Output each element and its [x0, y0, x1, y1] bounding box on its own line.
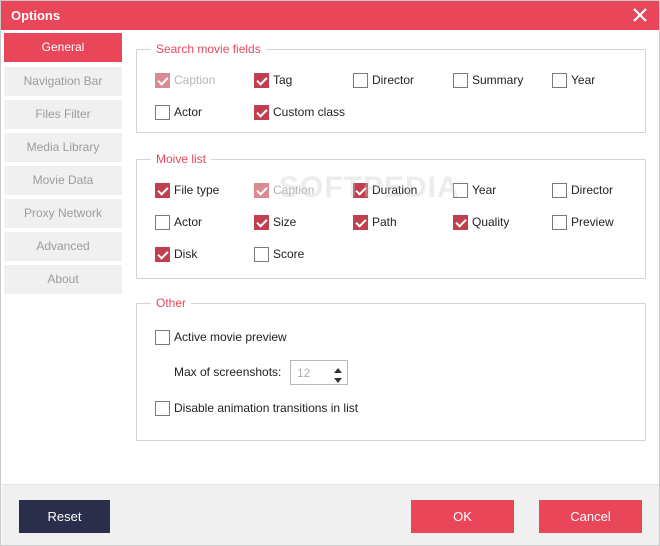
cancel-button[interactable]: Cancel — [539, 500, 642, 533]
checkbox-box — [353, 182, 368, 198]
sidebar-item-about[interactable]: About — [4, 265, 122, 294]
checkbox-label: Year — [571, 73, 596, 87]
search-fields-title: Search movie fields — [151, 42, 266, 56]
reset-button[interactable]: Reset — [19, 500, 110, 533]
list-duration-checkbox[interactable]: Duration — [353, 181, 417, 199]
checkbox-box — [155, 329, 170, 345]
sidebar-item-proxy-network[interactable]: Proxy Network — [4, 199, 122, 228]
checkbox-label: Preview — [571, 215, 614, 229]
checkbox-label: File type — [174, 183, 220, 197]
list-size-checkbox[interactable]: Size — [254, 213, 296, 231]
checkbox-box — [453, 214, 468, 230]
spin-down-icon[interactable] — [333, 374, 343, 383]
checkbox-box — [254, 214, 269, 230]
list-quality-checkbox[interactable]: Quality — [453, 213, 509, 231]
other-title: Other — [151, 296, 192, 310]
checkbox-box — [155, 214, 170, 230]
ok-button[interactable]: OK — [411, 500, 514, 533]
sidebar: General Navigation Bar Files Filter Medi… — [1, 30, 127, 484]
movie-list-title: Moive list — [151, 152, 212, 166]
spin-up-icon[interactable] — [333, 364, 343, 373]
checkbox-label: Year — [472, 183, 497, 197]
search-fields-group: Search movie fields — [136, 42, 646, 133]
list-score-checkbox[interactable]: Score — [254, 245, 304, 263]
list-file-type-checkbox[interactable]: File type — [155, 181, 219, 199]
checkbox-box — [453, 182, 468, 198]
checkbox-label: Custom class — [273, 105, 346, 119]
checkbox-box — [155, 72, 170, 88]
checkbox-label: Size — [273, 215, 297, 229]
list-caption-checkbox[interactable]: Caption — [254, 181, 314, 199]
checkbox-box — [155, 400, 170, 416]
checkbox-label: Quality — [472, 215, 510, 229]
window-title: Options — [11, 8, 61, 23]
checkbox-label: Disk — [174, 247, 198, 261]
list-path-checkbox[interactable]: Path — [353, 213, 397, 231]
options-window: Options General Navigation Bar Files Fil… — [0, 0, 660, 546]
title-bar: Options — [1, 1, 659, 30]
checkbox-box — [155, 246, 170, 262]
sidebar-item-navigation-bar[interactable]: Navigation Bar — [4, 67, 122, 96]
checkbox-label: Actor — [174, 215, 203, 229]
max-screenshots-label: Max of screenshots: — [174, 365, 282, 379]
search-summary-checkbox[interactable]: Summary — [453, 71, 523, 89]
checkbox-box — [353, 214, 368, 230]
sidebar-item-movie-data[interactable]: Movie Data — [4, 166, 122, 195]
checkbox-box — [254, 104, 269, 120]
checkbox-label: Duration — [372, 183, 418, 197]
active-movie-preview-checkbox[interactable]: Active movie preview — [155, 328, 287, 346]
disable-animation-checkbox[interactable]: Disable animation transitions in list — [155, 399, 358, 417]
max-screenshots-value: 12 — [297, 366, 311, 380]
list-actor-checkbox[interactable]: Actor — [155, 213, 202, 231]
checkbox-label: Caption — [273, 183, 315, 197]
checkbox-box — [552, 182, 567, 198]
checkbox-label: Tag — [273, 73, 293, 87]
checkbox-box — [453, 72, 468, 88]
list-preview-checkbox[interactable]: Preview — [552, 213, 614, 231]
search-actor-checkbox[interactable]: Actor — [155, 103, 202, 121]
checkbox-box — [254, 246, 269, 262]
checkbox-box — [254, 72, 269, 88]
search-director-checkbox[interactable]: Director — [353, 71, 414, 89]
checkbox-label: Summary — [472, 73, 524, 87]
sidebar-item-general[interactable]: General — [4, 33, 122, 62]
checkbox-box — [552, 214, 567, 230]
search-year-checkbox[interactable]: Year — [552, 71, 595, 89]
checkbox-label: Director — [571, 183, 614, 197]
checkbox-box — [552, 72, 567, 88]
list-director-checkbox[interactable]: Director — [552, 181, 613, 199]
checkbox-label: Active movie preview — [174, 330, 287, 344]
checkbox-label: Caption — [174, 73, 216, 87]
checkbox-label: Actor — [174, 105, 203, 119]
list-disk-checkbox[interactable]: Disk — [155, 245, 197, 263]
checkbox-label: Score — [273, 247, 305, 261]
sidebar-item-files-filter[interactable]: Files Filter — [4, 100, 122, 129]
checkbox-label: Disable animation transitions in list — [174, 401, 359, 415]
checkbox-box — [155, 182, 170, 198]
checkbox-label: Path — [372, 215, 397, 229]
checkbox-box — [155, 104, 170, 120]
search-custom-class-checkbox[interactable]: Custom class — [254, 103, 345, 121]
checkbox-box — [353, 72, 368, 88]
list-year-checkbox[interactable]: Year — [453, 181, 496, 199]
sidebar-item-media-library[interactable]: Media Library — [4, 133, 122, 162]
sidebar-item-advanced[interactable]: Advanced — [4, 232, 122, 261]
checkbox-label: Director — [372, 73, 415, 87]
footer: Reset OK Cancel — [2, 484, 659, 545]
checkbox-box — [254, 182, 269, 198]
close-button[interactable] — [631, 6, 649, 24]
search-caption-checkbox[interactable]: Caption — [155, 71, 215, 89]
search-tag-checkbox[interactable]: Tag — [254, 71, 292, 89]
close-icon — [633, 8, 647, 22]
max-screenshots-spinbox[interactable]: 12 — [290, 360, 348, 385]
